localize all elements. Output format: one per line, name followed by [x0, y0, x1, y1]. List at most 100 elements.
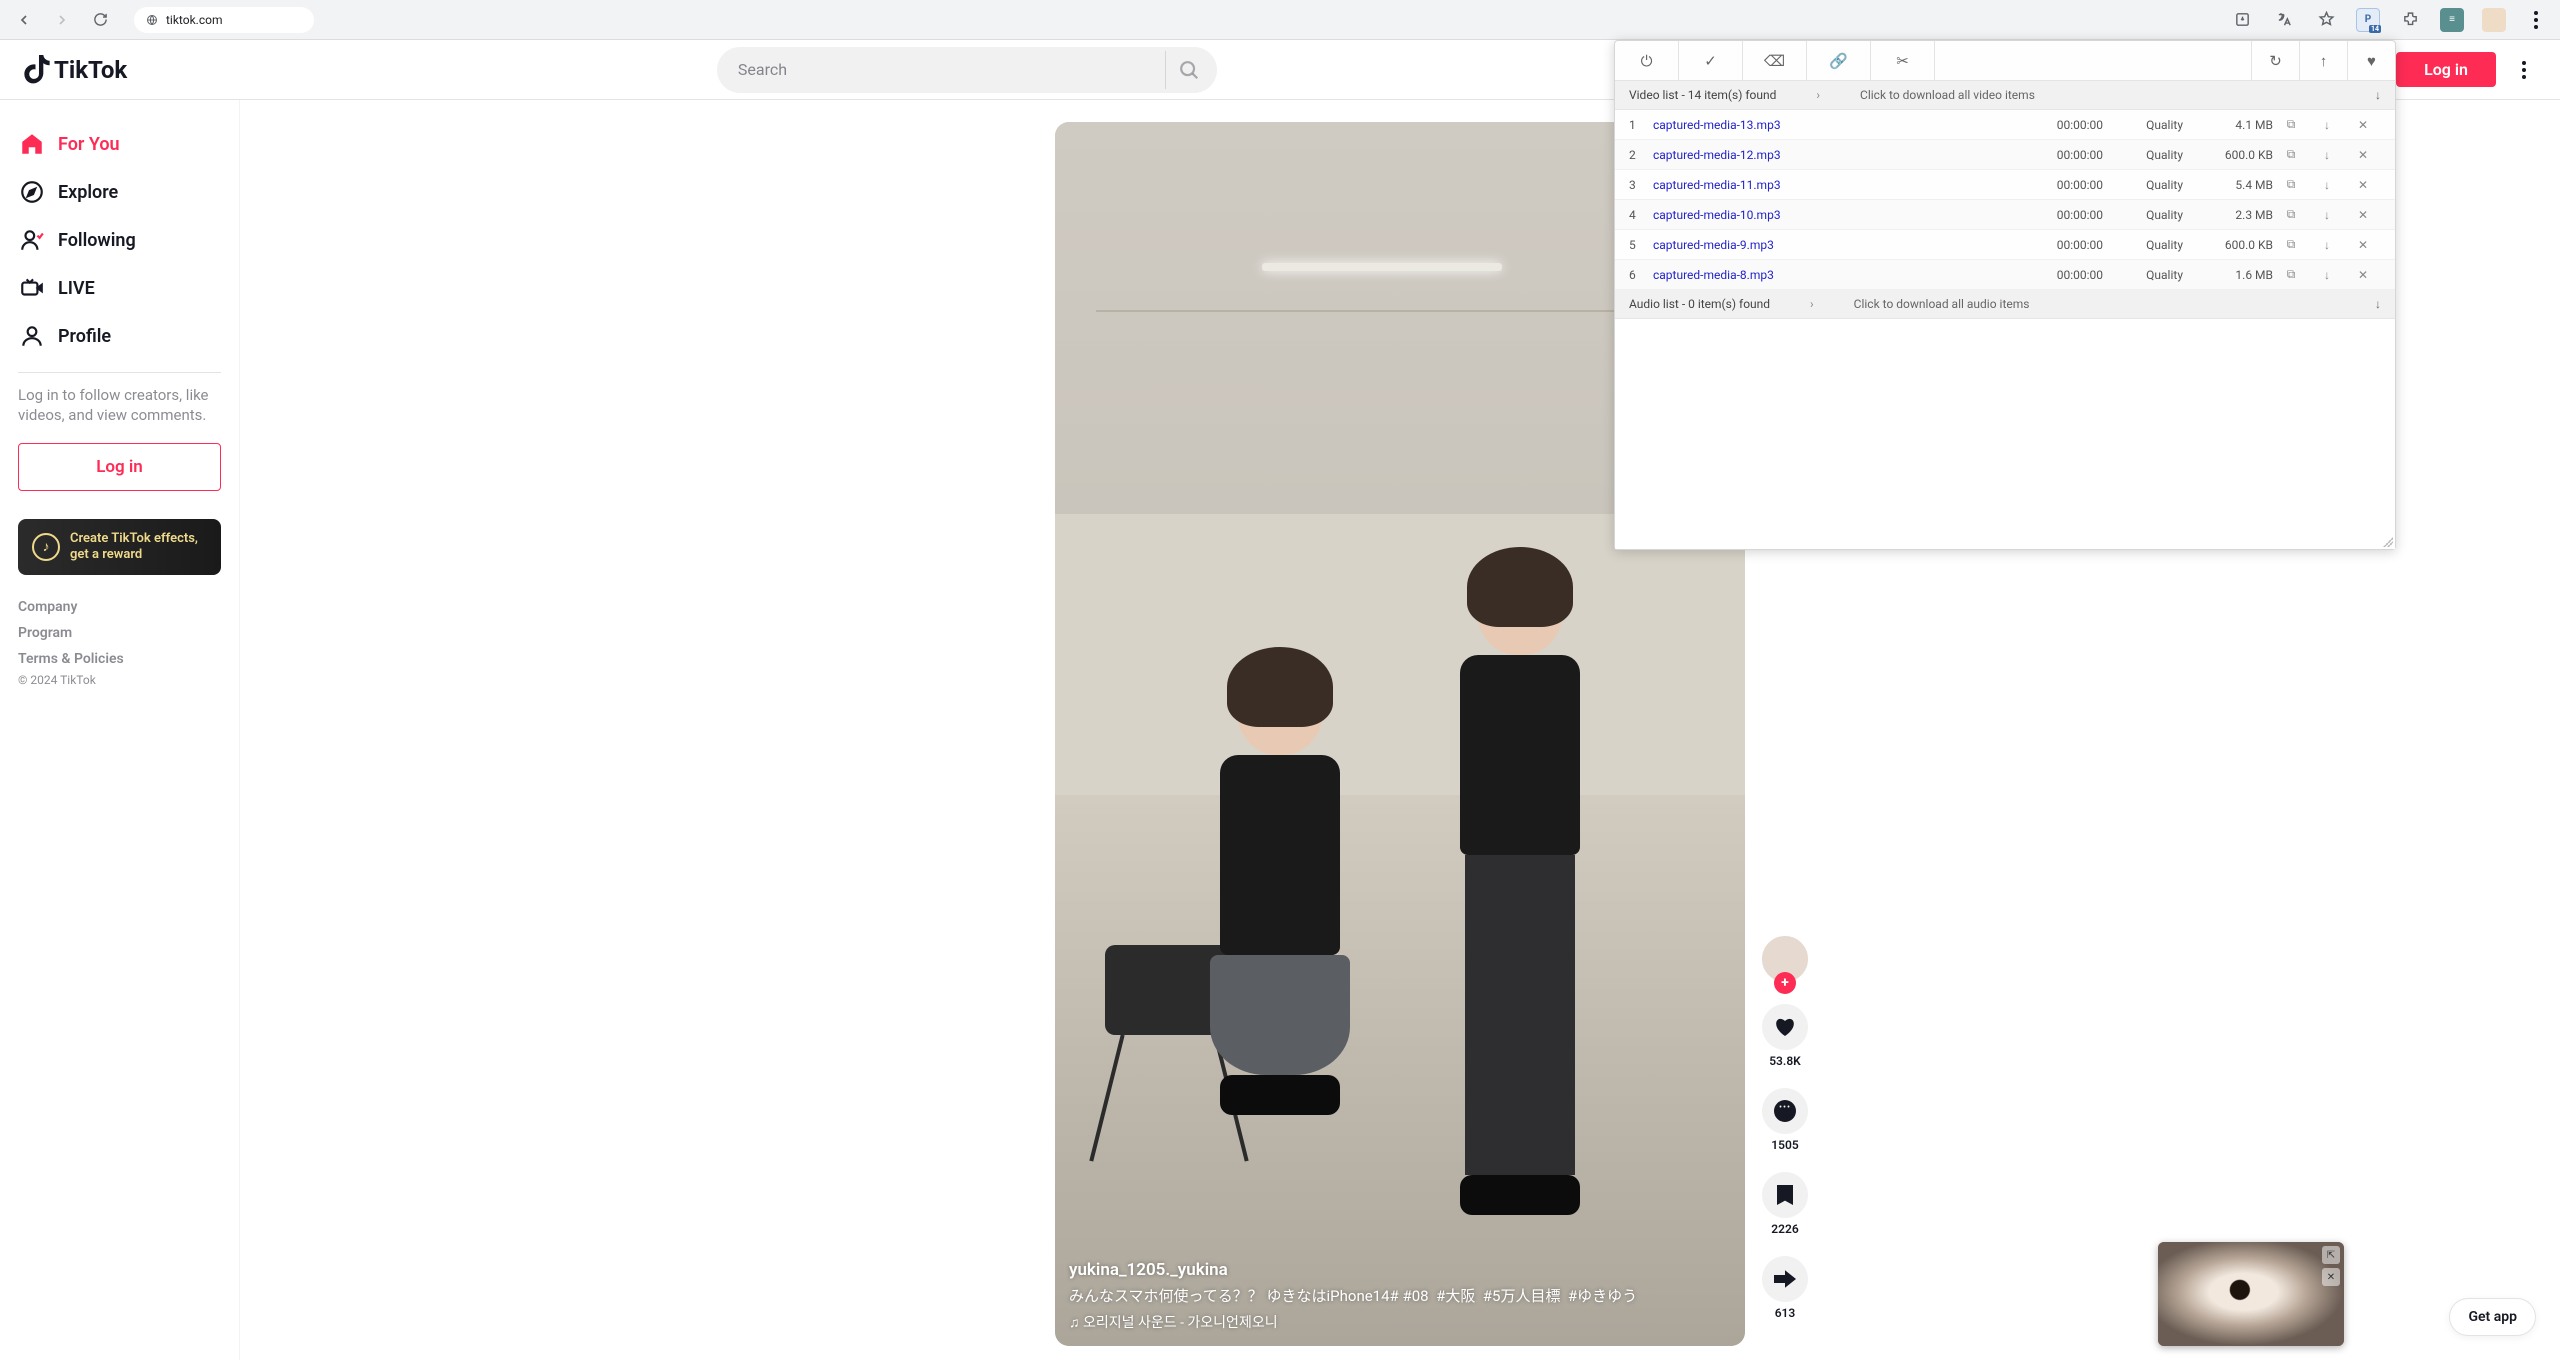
download-icon[interactable]: ↓: [2309, 118, 2345, 132]
toolbar-heart-icon[interactable]: ♥: [2347, 41, 2395, 80]
copy-icon[interactable]: ⧉: [2273, 177, 2309, 192]
sidebar-login-button[interactable]: Log in: [18, 443, 221, 491]
row-filename[interactable]: captured-media-9.mp3: [1653, 238, 2017, 252]
remove-icon[interactable]: ✕: [2345, 238, 2381, 252]
toolbar-up-icon[interactable]: ↑: [2299, 41, 2347, 80]
login-button[interactable]: Log in: [2396, 52, 2496, 87]
row-filename[interactable]: captured-media-8.mp3: [1653, 268, 2017, 282]
toolbar-refresh-icon[interactable]: ↻: [2251, 41, 2299, 80]
download-row: 3captured-media-11.mp300:00:00Quality5.4…: [1615, 170, 2395, 200]
home-icon: [18, 130, 46, 158]
row-duration: 00:00:00: [2017, 148, 2103, 162]
nav-label: Profile: [58, 326, 111, 347]
address-bar[interactable]: tiktok.com: [134, 7, 314, 33]
bookmark-button[interactable]: 2226: [1762, 1172, 1808, 1236]
row-quality[interactable]: Quality: [2103, 148, 2183, 162]
toolbar-link-icon[interactable]: 🔗: [1807, 41, 1871, 80]
share-button[interactable]: 613: [1762, 1256, 1808, 1320]
row-filename[interactable]: captured-media-12.mp3: [1653, 148, 2017, 162]
copy-icon[interactable]: ⧉: [2273, 117, 2309, 132]
copy-icon[interactable]: ⧉: [2273, 267, 2309, 282]
toolbar-check-icon[interactable]: ✓: [1679, 41, 1743, 80]
bookmark-count: 2226: [1771, 1222, 1798, 1236]
remove-icon[interactable]: ✕: [2345, 178, 2381, 192]
browser-toolbar: tiktok.com P14 ≡: [0, 0, 2560, 40]
copy-icon[interactable]: ⧉: [2273, 147, 2309, 162]
row-quality[interactable]: Quality: [2103, 208, 2183, 222]
profile-avatar-icon[interactable]: [2482, 8, 2506, 32]
bookmark-star-icon[interactable]: [2314, 8, 2338, 32]
translate-icon[interactable]: [2272, 8, 2296, 32]
divider: [18, 372, 221, 373]
download-icon[interactable]: ↓: [2309, 148, 2345, 162]
nav-for-you[interactable]: For You: [8, 120, 231, 168]
download-all-audio-icon[interactable]: ↓: [2375, 297, 2381, 311]
download-icon[interactable]: ↓: [2309, 238, 2345, 252]
pip-close-icon[interactable]: ✕: [2322, 1268, 2340, 1286]
install-icon[interactable]: [2230, 8, 2254, 32]
tiktok-logo[interactable]: TikTok: [24, 55, 127, 85]
row-quality[interactable]: Quality: [2103, 178, 2183, 192]
download-all-videos-icon[interactable]: ↓: [2375, 88, 2381, 102]
resize-handle-icon[interactable]: [2383, 537, 2393, 547]
pip-back-icon[interactable]: ⇱: [2322, 1246, 2340, 1264]
toolbar-clear-icon[interactable]: ⌫: [1743, 41, 1807, 80]
author-avatar[interactable]: +: [1760, 934, 1810, 984]
video-username[interactable]: yukina_1205._yukina: [1069, 1260, 1731, 1280]
row-filename[interactable]: captured-media-13.mp3: [1653, 118, 2017, 132]
download-row: 1captured-media-13.mp300:00:00Quality4.1…: [1615, 110, 2395, 140]
remove-icon[interactable]: ✕: [2345, 208, 2381, 222]
hashtag[interactable]: #ゆきゆう: [1568, 1287, 1637, 1305]
row-size: 600.0 KB: [2183, 238, 2273, 252]
toolbar-power-icon[interactable]: ⏻: [1615, 41, 1679, 80]
footer-program[interactable]: Program: [18, 625, 221, 641]
row-quality[interactable]: Quality: [2103, 118, 2183, 132]
like-button[interactable]: 53.8K: [1762, 1004, 1808, 1068]
download-icon[interactable]: ↓: [2309, 178, 2345, 192]
hashtag[interactable]: #大阪: [1436, 1287, 1475, 1305]
video-list: 1captured-media-13.mp300:00:00Quality4.1…: [1615, 110, 2395, 290]
extension-downloader-icon[interactable]: P14: [2356, 8, 2380, 32]
download-icon[interactable]: ↓: [2309, 268, 2345, 282]
video-list-header[interactable]: Video list - 14 item(s) found › Click to…: [1615, 81, 2395, 110]
row-quality[interactable]: Quality: [2103, 268, 2183, 282]
remove-icon[interactable]: ✕: [2345, 268, 2381, 282]
row-filename[interactable]: captured-media-10.mp3: [1653, 208, 2017, 222]
logo-text: TikTok: [54, 56, 127, 84]
forward-button[interactable]: [50, 8, 74, 32]
picture-in-picture[interactable]: ⇱ ✕: [2158, 1242, 2344, 1346]
audio-list-header[interactable]: Audio list - 0 item(s) found › Click to …: [1615, 290, 2395, 319]
remove-icon[interactable]: ✕: [2345, 148, 2381, 162]
search-input[interactable]: [717, 47, 1217, 93]
get-app-button[interactable]: Get app: [2449, 1298, 2536, 1336]
row-index: 4: [1629, 208, 1653, 222]
back-button[interactable]: [12, 8, 36, 32]
toolbar-cut-icon[interactable]: ✂: [1871, 41, 1935, 80]
nav-live[interactable]: LIVE: [8, 264, 231, 312]
remove-icon[interactable]: ✕: [2345, 118, 2381, 132]
footer-terms[interactable]: Terms & Policies: [18, 651, 221, 667]
search-container: [717, 47, 1217, 93]
row-filename[interactable]: captured-media-11.mp3: [1653, 178, 2017, 192]
copy-icon[interactable]: ⧉: [2273, 207, 2309, 222]
video-sound[interactable]: ♫ 오리지널 사운드 - 가오니언제오니: [1069, 1312, 1731, 1332]
downloader-panel: ⏻ ✓ ⌫ 🔗 ✂ ↻ ↑ ♥ Video list - 14 item(s) …: [1614, 40, 2396, 550]
extensions-icon[interactable]: [2398, 8, 2422, 32]
nav-following[interactable]: Following: [8, 216, 231, 264]
row-quality[interactable]: Quality: [2103, 238, 2183, 252]
footer-company[interactable]: Company: [18, 599, 221, 615]
header-more-button[interactable]: [2512, 61, 2536, 79]
reload-button[interactable]: [88, 8, 112, 32]
browser-menu-icon[interactable]: [2524, 11, 2548, 29]
download-icon[interactable]: ↓: [2309, 208, 2345, 222]
nav-explore[interactable]: Explore: [8, 168, 231, 216]
hashtag[interactable]: #08: [1403, 1287, 1429, 1305]
hashtag[interactable]: #5万人目標: [1483, 1287, 1561, 1305]
effects-banner[interactable]: ♪ Create TikTok effects, get a reward: [18, 519, 221, 575]
comment-button[interactable]: 1505: [1762, 1088, 1808, 1152]
follow-button[interactable]: +: [1774, 972, 1796, 994]
extension-2-icon[interactable]: ≡: [2440, 8, 2464, 32]
nav-profile[interactable]: Profile: [8, 312, 231, 360]
copy-icon[interactable]: ⧉: [2273, 237, 2309, 252]
search-button[interactable]: [1165, 51, 1213, 89]
